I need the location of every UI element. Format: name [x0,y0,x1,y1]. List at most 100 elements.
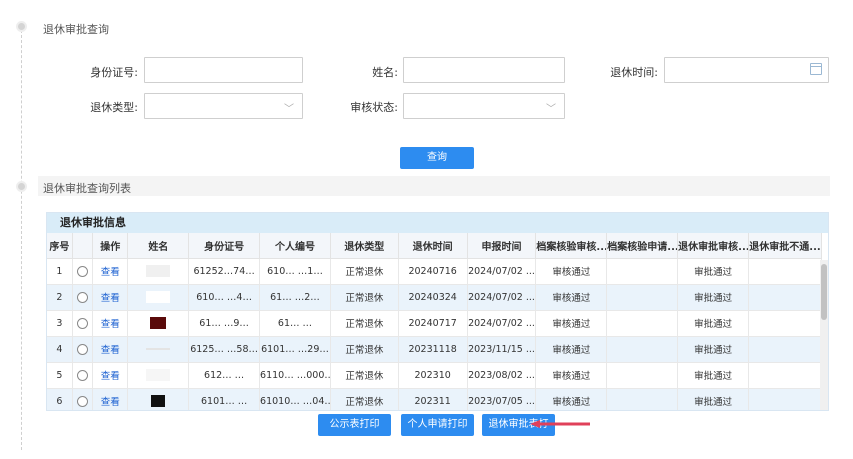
timeline-dot-icon [16,21,27,32]
view-link[interactable]: 查看 [92,362,129,389]
review-status-select[interactable]: ﹀ [403,93,565,119]
col-header-action: 操作 [92,233,129,259]
row-archive-review: 审核通过 [535,362,608,389]
row-report-time: 2023/07/05 ... [467,388,537,410]
table-row[interactable]: 4 查看 6125… …58… 6101… …29… 正常退休 20231118… [47,336,822,363]
radio-icon[interactable] [76,265,88,277]
personal-print-button[interactable]: 个人申请打印 [401,414,474,436]
row-retire-time: 20240324 [398,284,468,311]
row-type: 正常退休 [330,258,399,285]
red-arrow-annotation [530,420,590,428]
radio-icon[interactable] [76,395,88,407]
row-report-time: 2023/08/02 ... [467,362,537,389]
radio-icon[interactable] [76,369,88,381]
col-header-reject: 退休审批不通... [748,233,822,259]
query-button[interactable]: 查询 [400,147,474,169]
row-name [127,310,190,337]
row-select[interactable] [72,284,94,311]
row-report-time: 2024/07/02 ... [467,258,537,285]
row-name [127,258,190,285]
row-archive-review: 审核通过 [535,284,608,311]
chevron-down-icon: ﹀ [546,104,556,115]
row-person-no: 6101… …29… [259,336,331,363]
row-id-card: 61252…74… [188,258,261,285]
table-row[interactable]: 3 查看 61… …9… 61… … 正常退休 20240717 2024/07… [47,310,822,337]
row-archive-apply [606,284,679,311]
row-retire-time: 20231118 [398,336,468,363]
col-header-approve-review: 退休审批审核... [677,233,749,259]
radio-icon[interactable] [76,343,88,355]
table-row[interactable]: 2 查看 610… …4… 61… …2… 正常退休 20240324 2024… [47,284,822,311]
row-person-no: 61010… …04… [259,388,331,410]
row-name [127,336,190,363]
view-link[interactable]: 查看 [92,284,129,311]
row-no: 6 [47,388,73,410]
radio-icon[interactable] [76,291,88,303]
query-section-title: 退休审批查询 [43,23,109,36]
col-header-select [72,233,94,259]
row-no: 4 [47,336,73,363]
row-report-time: 2024/07/02 ... [467,284,537,311]
col-header-type: 退休类型 [330,233,399,259]
row-type: 正常退休 [330,362,399,389]
table-row[interactable]: 6 查看 6101… … 61010… …04… 正常退休 202311 202… [47,388,822,410]
review-status-label: 审核状态: [350,101,398,114]
list-section-title: 退休审批查询列表 [43,182,131,195]
col-header-report-time: 申报时间 [467,233,537,259]
redacted-name [146,348,171,350]
row-no: 2 [47,284,73,311]
view-link[interactable]: 查看 [92,310,129,337]
results-table: 退休审批信息 序号 操作 姓名 身份证号 个人编号 退休类型 退休时间 申报时间… [46,212,829,411]
row-report-time: 2024/07/02 ... [467,310,537,337]
row-archive-apply [606,336,679,363]
timeline-dot-icon [16,181,27,192]
retire-time-input[interactable] [664,57,829,83]
id-card-input[interactable] [144,57,303,83]
row-type: 正常退休 [330,336,399,363]
col-header-person-no: 个人编号 [259,233,331,259]
row-select[interactable] [72,362,94,389]
row-select[interactable] [72,310,94,337]
retire-type-select[interactable]: ﹀ [144,93,303,119]
col-header-archive-apply: 档案核验申请... [606,233,679,259]
row-id-card: 6125… …58… [188,336,261,363]
row-reject [748,310,822,337]
scrollbar-thumb[interactable] [821,264,827,320]
timeline-line [21,30,22,450]
row-select[interactable] [72,258,94,285]
table-scrollbar[interactable] [820,260,828,410]
view-link[interactable]: 查看 [92,388,129,410]
row-approve-review: 审批通过 [677,388,749,410]
row-approve-review: 审批通过 [677,258,749,285]
row-id-card: 6101… … [188,388,261,410]
col-header-name: 姓名 [127,233,190,259]
public-print-button[interactable]: 公示表打印 [318,414,391,436]
table-row[interactable]: 1 查看 61252…74… 610… …1… 正常退休 20240716 20… [47,258,822,285]
table-header-row: 序号 操作 姓名 身份证号 个人编号 退休类型 退休时间 申报时间 档案核验审核… [47,233,822,259]
row-retire-time: 20240717 [398,310,468,337]
row-name [127,362,190,389]
redacted-name [146,265,171,277]
row-id-card: 610… …4… [188,284,261,311]
row-reject [748,388,822,410]
row-reject [748,284,822,311]
row-type: 正常退休 [330,284,399,311]
row-person-no: 61… … [259,310,331,337]
row-id-card: 612… … [188,362,261,389]
calendar-icon[interactable] [810,63,822,75]
radio-icon[interactable] [76,317,88,329]
row-approve-review: 审批通过 [677,310,749,337]
row-select[interactable] [72,336,94,363]
name-input[interactable] [403,57,565,83]
row-retire-time: 20240716 [398,258,468,285]
view-link[interactable]: 查看 [92,258,129,285]
row-name [127,284,190,311]
table-row[interactable]: 5 查看 612… … 6110… …000… 正常退休 202310 2023… [47,362,822,389]
row-retire-time: 202310 [398,362,468,389]
row-type: 正常退休 [330,310,399,337]
row-archive-apply [606,258,679,285]
row-select[interactable] [72,388,94,410]
row-archive-review: 审核通过 [535,310,608,337]
view-link[interactable]: 查看 [92,336,129,363]
row-approve-review: 审批通过 [677,336,749,363]
